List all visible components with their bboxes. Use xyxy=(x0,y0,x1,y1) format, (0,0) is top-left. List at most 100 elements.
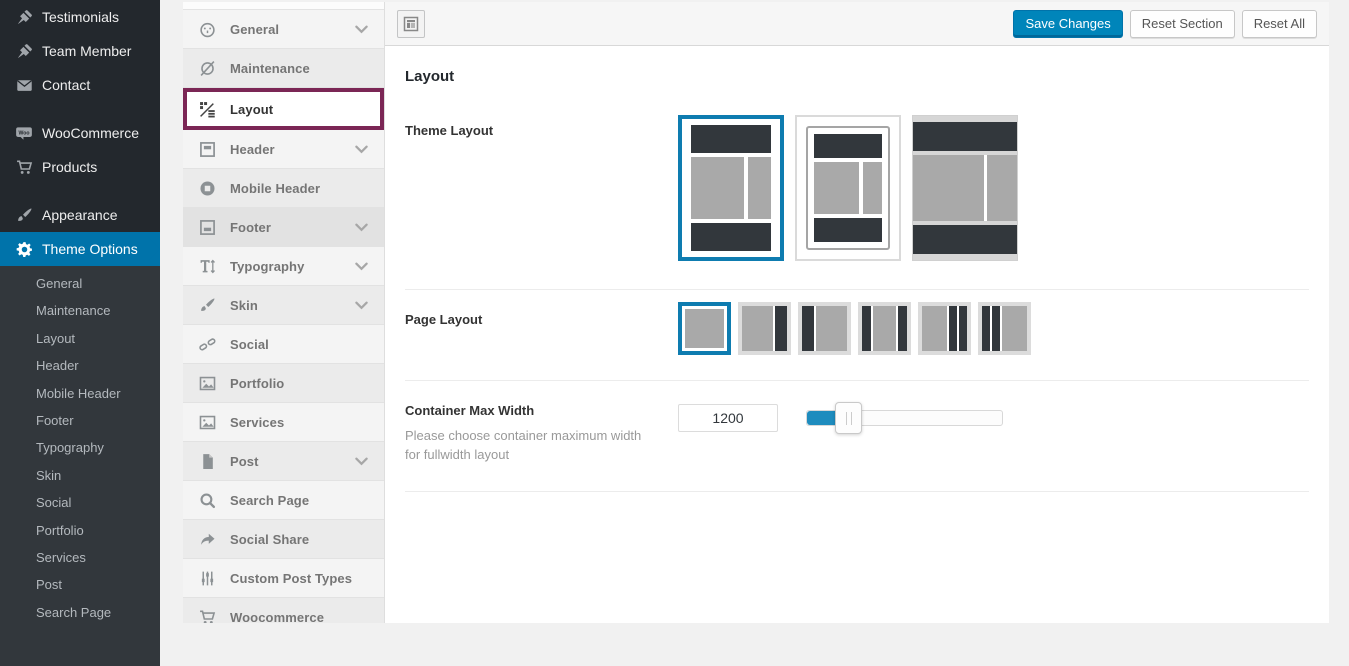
options-menu-item-services[interactable]: Services xyxy=(183,403,384,442)
submenu-item-social[interactable]: Social xyxy=(0,489,160,516)
page-layout-option-fullwidth-selected[interactable] xyxy=(678,302,731,355)
gear-icon xyxy=(14,239,34,259)
woocommerce-icon: Woo xyxy=(14,123,34,143)
expand-options-button[interactable] xyxy=(397,10,425,38)
thumb-content-block xyxy=(913,155,984,221)
options-menu-item-portfolio[interactable]: Portfolio xyxy=(183,364,384,403)
image-icon xyxy=(199,414,219,431)
options-content-panel: Save Changes Reset Section Reset All Lay… xyxy=(385,2,1329,623)
sidebar-item-testimonials[interactable]: Testimonials xyxy=(0,0,160,34)
sidebar-item-theme-options[interactable]: Theme Options xyxy=(0,232,160,266)
sidebar-block xyxy=(862,306,871,351)
submenu-item-layout[interactable]: Layout xyxy=(0,325,160,352)
theme-layout-option-fullwidth[interactable] xyxy=(912,115,1018,261)
options-menu-item-custom-post-types[interactable]: Custom Post Types xyxy=(183,559,384,598)
options-menu-item-skin[interactable]: Skin xyxy=(183,286,384,325)
options-menu-label: General xyxy=(230,22,355,37)
panel-layout-icon xyxy=(403,16,419,32)
theme-layout-option-wide-selected[interactable] xyxy=(678,115,784,261)
reset-section-button[interactable]: Reset Section xyxy=(1130,10,1235,38)
options-menu-item-search-page[interactable]: Search Page xyxy=(183,481,384,520)
thumb-inner xyxy=(802,306,847,351)
slider-handle[interactable] xyxy=(835,402,862,434)
options-menu-label: Custom Post Types xyxy=(230,571,368,586)
page-layout-option-both-sidebars[interactable] xyxy=(858,302,911,355)
options-menu: General Maintenance Layout Header Mobile… xyxy=(183,2,385,623)
svg-text:Woo: Woo xyxy=(18,130,29,136)
save-changes-button[interactable]: Save Changes xyxy=(1013,10,1122,38)
submenu-item-skin[interactable]: Skin xyxy=(0,462,160,489)
admin-sidebar: Testimonials Team Member Contact Woo Woo… xyxy=(0,0,160,623)
options-menu-item-footer[interactable]: Footer xyxy=(183,208,384,247)
container-max-width-input[interactable] xyxy=(678,404,778,432)
typography-icon xyxy=(199,258,219,275)
page-layout-option-double-left-sidebar[interactable] xyxy=(978,302,1031,355)
sidebar-item-products[interactable]: Products xyxy=(0,150,160,184)
thumb-header-block xyxy=(913,122,1017,151)
options-menu-item-typography[interactable]: Typography xyxy=(183,247,384,286)
submenu-item-portfolio[interactable]: Portfolio xyxy=(0,517,160,544)
chevron-down-icon xyxy=(355,457,368,466)
layout-icon xyxy=(199,101,219,118)
theme-layout-option-boxed[interactable] xyxy=(795,115,901,261)
submenu-item-search-page[interactable]: Search Page xyxy=(0,599,160,626)
container-max-width-label: Container Max Width xyxy=(405,403,678,418)
submenu-item-maintenance[interactable]: Maintenance xyxy=(0,297,160,324)
options-menu-item-maintenance[interactable]: Maintenance xyxy=(183,49,384,88)
options-menu-item-mobile-header[interactable]: Mobile Header xyxy=(183,169,384,208)
sidebar-block xyxy=(775,306,787,351)
options-menu-top-edge xyxy=(183,2,384,10)
sidebar-item-contact[interactable]: Contact xyxy=(0,68,160,102)
options-menu-label: Maintenance xyxy=(230,61,368,76)
options-menu-item-layout[interactable]: Layout xyxy=(183,88,384,130)
submenu-item-header[interactable]: Header xyxy=(0,352,160,379)
submenu-item-typography[interactable]: Typography xyxy=(0,434,160,461)
content-block xyxy=(1002,306,1027,351)
sidebar-block xyxy=(959,306,967,351)
options-menu-item-woocommerce[interactable]: Woocommerce xyxy=(183,598,384,623)
page-layout-option-right-sidebar[interactable] xyxy=(738,302,791,355)
content-block xyxy=(685,309,724,348)
thumb-inner xyxy=(922,306,967,351)
thumb-inner xyxy=(742,306,787,351)
page-layout-option-left-sidebar[interactable] xyxy=(798,302,851,355)
theme-options-submenu: General Maintenance Layout Header Mobile… xyxy=(0,266,160,666)
submenu-item-post[interactable]: Post xyxy=(0,571,160,598)
container-max-width-slider[interactable] xyxy=(806,410,1003,426)
thumb-sidebar-block xyxy=(748,157,771,219)
field-control-col xyxy=(678,290,1309,380)
options-menu-label: Mobile Header xyxy=(230,181,368,196)
sidebar-item-label: Products xyxy=(42,159,97,175)
options-menu-label: Skin xyxy=(230,298,355,313)
sidebar-item-appearance[interactable]: Appearance xyxy=(0,198,160,232)
reset-all-button[interactable]: Reset All xyxy=(1242,10,1317,38)
post-icon xyxy=(199,453,219,470)
options-menu-item-header[interactable]: Header xyxy=(183,130,384,169)
pushpin-icon xyxy=(14,41,34,61)
thumb-footer-block xyxy=(691,223,771,251)
submenu-item-mobile-header[interactable]: Mobile Header xyxy=(0,380,160,407)
options-menu-item-general[interactable]: General xyxy=(183,10,384,49)
chevron-down-icon xyxy=(355,301,368,310)
share-icon xyxy=(199,531,219,548)
options-menu-label: Layout xyxy=(230,102,368,117)
page-layout-options xyxy=(678,302,1309,355)
thumb-content-block xyxy=(814,162,859,214)
submenu-item-general[interactable]: General xyxy=(0,270,160,297)
thumb-middle xyxy=(814,162,882,214)
options-menu-label: Post xyxy=(230,454,355,469)
thumb-content-block xyxy=(691,157,744,219)
options-menu-label: Footer xyxy=(230,220,355,235)
submenu-item-services[interactable]: Services xyxy=(0,544,160,571)
page-layout-option-double-right-sidebar[interactable] xyxy=(918,302,971,355)
theme-layout-field: Theme Layout xyxy=(405,95,1309,290)
field-label-col: Theme Layout xyxy=(405,101,678,289)
options-menu-item-post[interactable]: Post xyxy=(183,442,384,481)
sidebar-item-team-member[interactable]: Team Member xyxy=(0,34,160,68)
options-menu-item-social[interactable]: Social xyxy=(183,325,384,364)
options-menu-item-social-share[interactable]: Social Share xyxy=(183,520,384,559)
thumb-footer-block xyxy=(913,225,1017,254)
chevron-down-icon xyxy=(355,145,368,154)
submenu-item-footer[interactable]: Footer xyxy=(0,407,160,434)
sidebar-item-woocommerce[interactable]: Woo WooCommerce xyxy=(0,116,160,150)
